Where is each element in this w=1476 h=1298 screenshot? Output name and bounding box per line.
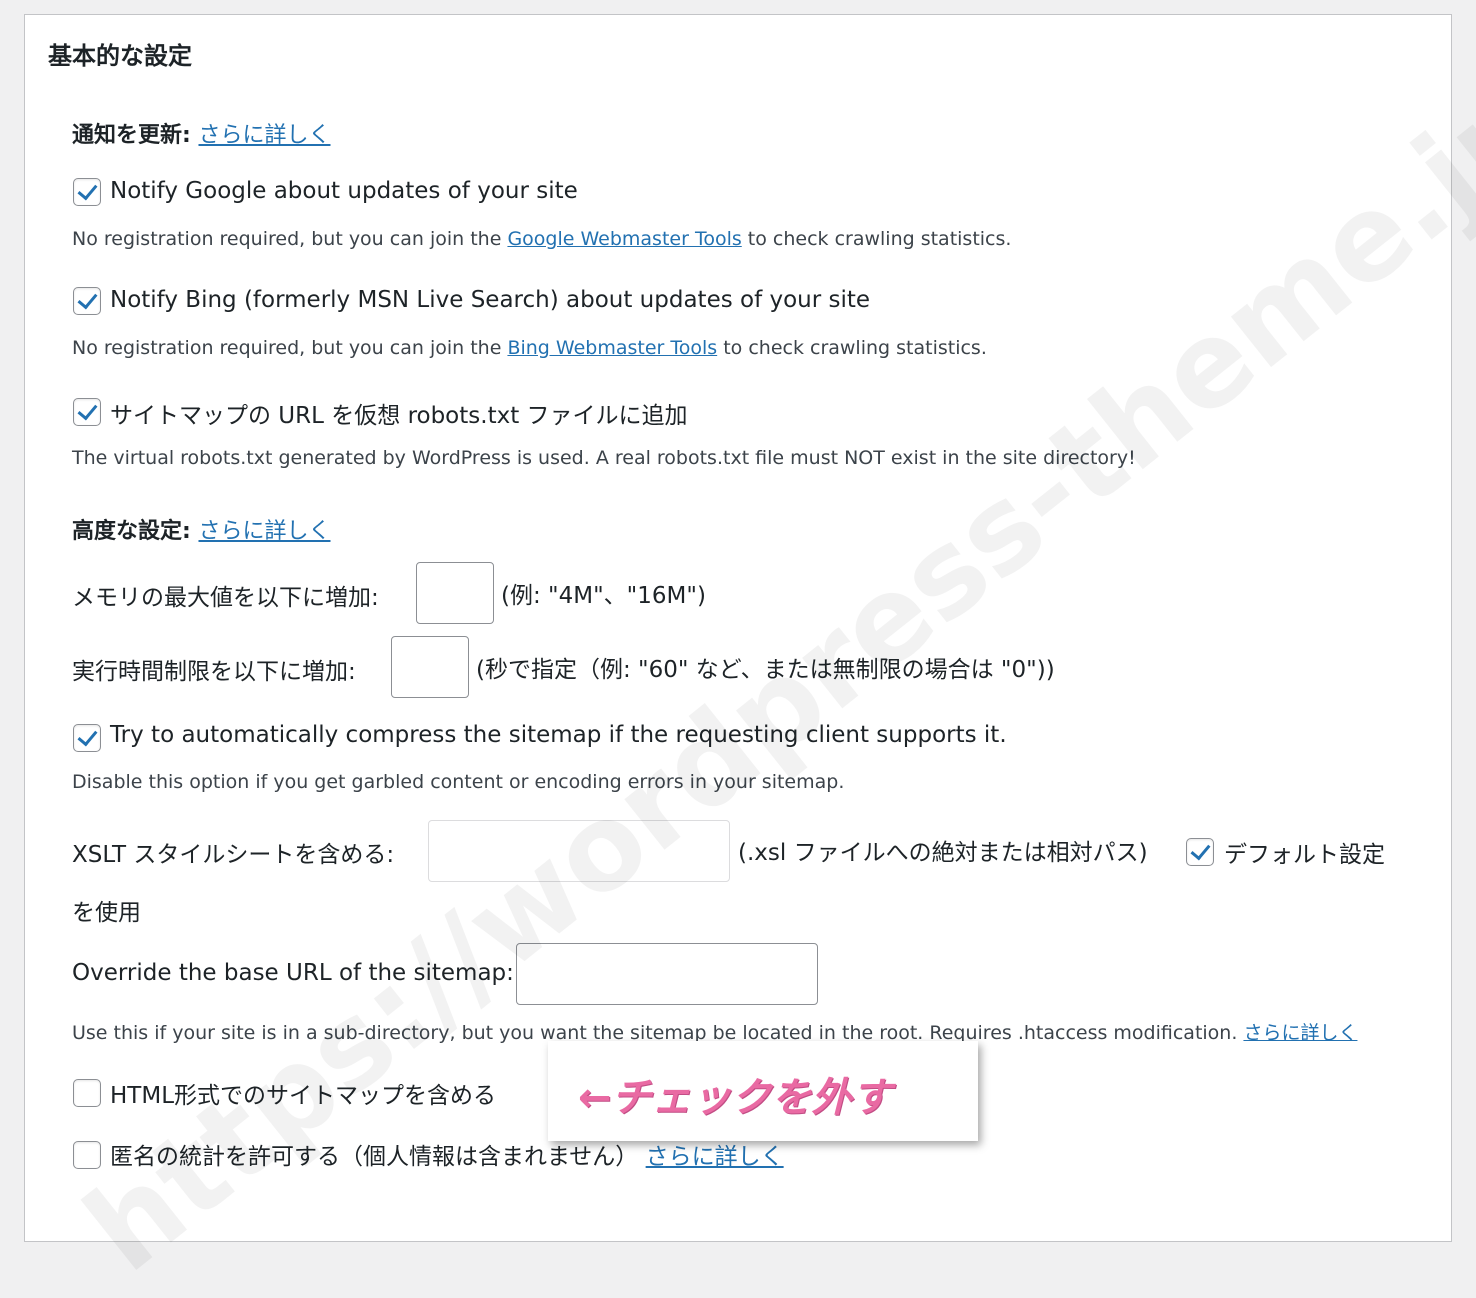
- robots-checkbox[interactable]: [73, 398, 101, 426]
- compress-checkbox[interactable]: [73, 724, 101, 752]
- xslt-label: XSLT スタイルシートを含める:: [72, 842, 395, 868]
- compress-desc: Disable this option if you get garbled c…: [72, 771, 845, 793]
- advanced-more-link[interactable]: さらに詳しく: [198, 519, 330, 544]
- html-sitemap-checkbox[interactable]: [73, 1079, 101, 1107]
- time-hint: (秒で指定（例: "60" など、または無制限の場合は "0")): [476, 657, 1055, 683]
- xslt-default-label: デフォルト設定: [1224, 842, 1385, 868]
- memory-label: メモリの最大値を以下に増加:: [72, 585, 379, 611]
- baseurl-more-link[interactable]: さらに詳しく: [1243, 1022, 1357, 1044]
- notify-google-checkbox[interactable]: [73, 178, 101, 206]
- time-label: 実行時間制限を以下に増加:: [72, 659, 356, 685]
- google-desc-after: to check crawling statistics.: [741, 228, 1012, 250]
- annotation-text: ←チェックを外す: [578, 1075, 892, 1121]
- stats-label-text: 匿名の統計を許可する（個人情報は含まれません）: [110, 1144, 639, 1170]
- robots-desc: The virtual robots.txt generated by Word…: [72, 447, 1136, 469]
- memory-input[interactable]: [416, 562, 494, 624]
- notify-google-label: Notify Google about updates of your site: [110, 178, 578, 204]
- notify-heading: 通知を更新: さらに詳しく: [72, 117, 331, 149]
- bing-desc-before: No registration required, but you can jo…: [72, 337, 508, 359]
- stats-more-link[interactable]: さらに詳しく: [646, 1144, 784, 1170]
- baseurl-input[interactable]: [516, 943, 818, 1005]
- baseurl-label: Override the base URL of the sitemap:: [72, 960, 514, 986]
- annotation-callout: ←チェックを外す: [548, 1041, 978, 1141]
- xslt-input[interactable]: [428, 820, 730, 882]
- xslt-default-label-cont: を使用: [72, 900, 141, 926]
- notify-google-desc: No registration required, but you can jo…: [72, 228, 1011, 250]
- notify-bing-desc: No registration required, but you can jo…: [72, 337, 987, 359]
- notify-more-link[interactable]: さらに詳しく: [198, 123, 330, 148]
- xslt-default-checkbox[interactable]: [1186, 838, 1214, 866]
- stats-label: 匿名の統計を許可する（個人情報は含まれません） さらに詳しく: [110, 1137, 784, 1171]
- bing-webmaster-link[interactable]: Bing Webmaster Tools: [507, 337, 717, 359]
- notify-bing-label: Notify Bing (formerly MSN Live Search) a…: [110, 287, 871, 313]
- time-input[interactable]: [391, 636, 469, 698]
- page-title: 基本的な設定: [48, 42, 192, 70]
- html-sitemap-label: HTML形式でのサイトマップを含める: [110, 1083, 497, 1109]
- bing-desc-after: to check crawling statistics.: [717, 337, 987, 359]
- advanced-heading-label: 高度な設定:: [72, 519, 191, 544]
- memory-hint: (例: "4M"、"16M"): [501, 583, 706, 609]
- compress-label: Try to automatically compress the sitema…: [110, 722, 1007, 748]
- google-desc-before: No registration required, but you can jo…: [72, 228, 508, 250]
- advanced-heading: 高度な設定: さらに詳しく: [72, 513, 331, 545]
- robots-label: サイトマップの URL を仮想 robots.txt ファイルに追加: [110, 403, 688, 429]
- xslt-hint: (.xsl ファイルへの絶対または相対パス): [738, 840, 1148, 866]
- notify-bing-checkbox[interactable]: [73, 287, 101, 315]
- google-webmaster-link[interactable]: Google Webmaster Tools: [507, 228, 741, 250]
- notify-heading-label: 通知を更新:: [72, 123, 191, 148]
- stats-checkbox[interactable]: [73, 1141, 101, 1169]
